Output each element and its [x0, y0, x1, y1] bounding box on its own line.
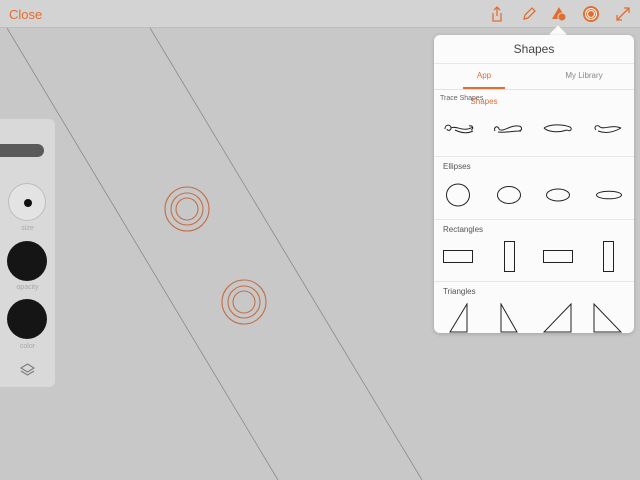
section-title-triangles: Triangles	[443, 287, 476, 296]
color-label: color	[19, 343, 36, 350]
close-button[interactable]: Close	[9, 7, 42, 22]
share-icon[interactable]	[488, 5, 506, 23]
size-label: size	[21, 225, 34, 232]
scroll-ornament-4[interactable]	[592, 121, 624, 137]
brush-tool-panel: size opacity color	[0, 119, 55, 387]
section-title-trace-shapes: Trace Shapes	[440, 95, 484, 102]
section-title-rectangles: Rectangles	[443, 225, 484, 234]
ellipse-flat[interactable]	[595, 190, 623, 200]
layers-icon[interactable]	[19, 362, 36, 378]
flow-slider[interactable]	[0, 144, 44, 157]
section-divider	[434, 219, 634, 220]
size-control[interactable]	[8, 183, 46, 221]
tab-app-shapes[interactable]: App Shapes	[463, 63, 505, 106]
scroll-ornament-3[interactable]	[542, 121, 574, 137]
ellipse-wide[interactable]	[496, 185, 522, 205]
section-divider	[434, 281, 634, 282]
rect-horizontal-2[interactable]	[543, 250, 573, 263]
ellipse-wider[interactable]	[545, 188, 571, 202]
popover-title: Shapes	[434, 35, 634, 64]
tab-divider	[434, 89, 634, 90]
scroll-ornament-2[interactable]	[492, 121, 524, 137]
triangle-4[interactable]	[592, 303, 622, 333]
top-toolbar: Close	[0, 0, 640, 28]
rect-vertical[interactable]	[504, 241, 515, 272]
section-divider	[434, 156, 634, 157]
color-swatch[interactable]	[7, 299, 47, 339]
triangle-1[interactable]	[449, 303, 469, 333]
triangle-3[interactable]	[543, 303, 573, 333]
rect-vertical-2[interactable]	[603, 241, 614, 272]
ellipse-circle[interactable]	[445, 183, 471, 207]
triangle-2[interactable]	[499, 303, 519, 333]
expand-icon[interactable]	[614, 5, 632, 23]
shapes-icon[interactable]	[550, 5, 568, 23]
target-icon[interactable]	[582, 5, 600, 23]
opacity-control[interactable]	[7, 241, 47, 281]
size-dot	[24, 199, 32, 207]
scroll-ornament-1[interactable]	[443, 121, 475, 137]
shapes-popover: Shapes App Shapes My Library Trace Shape…	[434, 35, 634, 333]
section-title-ellipses: Ellipses	[443, 162, 471, 171]
pencil-icon[interactable]	[520, 5, 538, 23]
tab-my-library[interactable]: My Library	[559, 63, 609, 89]
opacity-label: opacity	[16, 284, 39, 291]
rect-horizontal[interactable]	[443, 250, 473, 263]
